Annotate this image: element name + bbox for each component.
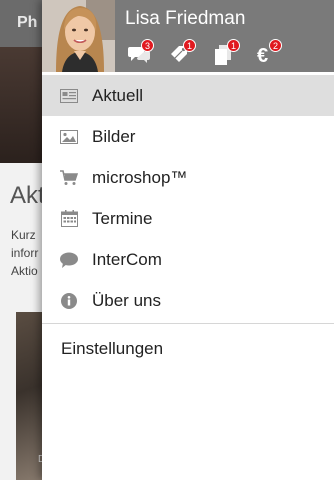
navigation-drawer: Lisa Friedman 3 1 1 € 2 Aktuell Bilder m…	[42, 0, 334, 480]
menu-divider	[42, 323, 334, 324]
calendar-icon	[60, 210, 78, 228]
info-icon	[60, 292, 78, 310]
profile-name: Lisa Friedman	[125, 8, 246, 29]
cart-icon	[60, 169, 78, 187]
menu-item-intercom[interactable]: InterCom	[42, 239, 334, 280]
speech-bubble-icon	[60, 251, 78, 269]
documents-badge-count: 1	[227, 39, 240, 52]
menu-item-termine[interactable]: Termine	[42, 198, 334, 239]
avatar[interactable]	[42, 0, 115, 72]
settings-link[interactable]: Einstellungen	[61, 339, 163, 359]
menu-item-label: Termine	[92, 208, 153, 228]
image-icon	[60, 128, 78, 146]
menu-item-label: InterCom	[92, 249, 162, 269]
tag-badge-count: 1	[183, 39, 196, 52]
menu-item-microshop[interactable]: microshop™	[42, 157, 334, 198]
euro-badge-count: 2	[269, 39, 282, 52]
menu-item-label: Bilder	[92, 126, 136, 146]
svg-text:€: €	[257, 45, 268, 65]
menu-item-label: microshop™	[92, 167, 188, 187]
drawer-menu: Aktuell Bilder microshop™ Termine InterC…	[42, 75, 334, 321]
tag-icon[interactable]: 1	[170, 39, 198, 67]
background-topbar-title: Ph	[17, 14, 38, 31]
menu-item-ueber-uns[interactable]: Über uns	[42, 280, 334, 321]
menu-item-label: Aktuell	[92, 85, 144, 105]
profile-header: Lisa Friedman 3 1 1 € 2	[42, 0, 334, 72]
background-heading: Akt	[10, 182, 45, 209]
euro-icon[interactable]: € 2	[256, 39, 284, 67]
menu-item-aktuell[interactable]: Aktuell	[42, 75, 334, 116]
chat-bubbles-icon[interactable]: 3	[128, 39, 156, 67]
menu-item-bilder[interactable]: Bilder	[42, 116, 334, 157]
documents-icon[interactable]: 1	[214, 39, 242, 67]
menu-item-label: Über uns	[92, 290, 161, 310]
newspaper-icon	[60, 87, 78, 105]
chat-badge-count: 3	[141, 39, 154, 52]
